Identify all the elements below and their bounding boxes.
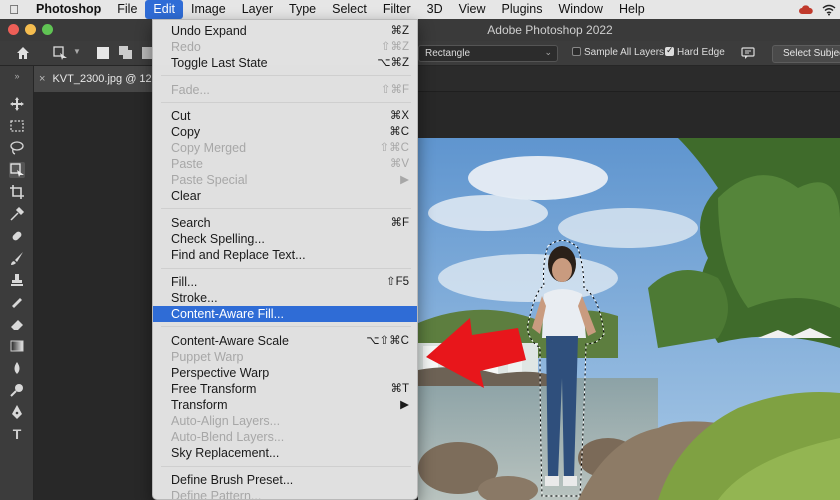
document-tab-label: KVT_2300.jpg @ 12.	[52, 73, 152, 85]
checkbox-icon	[572, 47, 581, 56]
stamp-icon[interactable]	[9, 272, 25, 288]
lasso-icon[interactable]	[9, 140, 25, 156]
close-tab-icon[interactable]: ×	[39, 73, 45, 85]
menu-item-content-aware-scale[interactable]: Content-Aware Scale ⌥⇧⌘C	[153, 333, 417, 349]
menu-item-define-pattern: Define Pattern...	[171, 489, 262, 500]
dodge-icon[interactable]	[9, 382, 25, 398]
chevron-down-icon: ⌄	[544, 47, 552, 57]
menu-item-define-brush-preset[interactable]: Define Brush Preset...	[153, 472, 417, 488]
menu-separator	[161, 102, 411, 103]
menu-item-content-aware-fill[interactable]: Content-Aware Fill...	[153, 306, 417, 322]
menu-item-puppet-warp: Puppet Warp	[171, 350, 244, 364]
menu-item-undo-expand[interactable]: Undo Expand ⌘Z	[153, 23, 417, 39]
menu-select[interactable]: Select	[324, 0, 375, 19]
status-icons	[798, 0, 836, 19]
sample-all-layers-label: Sample All Layers	[584, 47, 665, 58]
collapse-panel-icon[interactable]: »	[9, 68, 25, 84]
checkbox-checked-icon	[665, 45, 674, 56]
marquee-icon[interactable]	[9, 118, 25, 134]
eraser-icon[interactable]	[9, 316, 25, 332]
object-selection-icon[interactable]	[9, 162, 25, 178]
menu-type[interactable]: Type	[281, 0, 324, 19]
menu-item-paste-special: Paste Special ▶	[171, 173, 409, 187]
menu-item-stroke[interactable]: Stroke...	[153, 290, 417, 306]
menu-item-redo: Redo ⇧⌘Z	[171, 40, 409, 54]
menu-item-transform[interactable]: Transform ▶	[153, 397, 417, 413]
chevron-down-icon[interactable]: ▼	[73, 47, 81, 56]
wifi-icon[interactable]	[822, 4, 836, 16]
menu-item-perspective-warp[interactable]: Perspective Warp	[153, 365, 417, 381]
gradient-icon[interactable]	[9, 338, 25, 354]
menu-separator	[161, 208, 411, 209]
edit-menu-dropdown: Undo Expand ⌘Z Redo ⇧⌘Z Toggle Last State ⌥…	[152, 19, 418, 500]
type-tool-icon[interactable]: T	[9, 426, 25, 442]
select-subject-button[interactable]: Select Subjec	[772, 45, 840, 63]
options-bar: ▼ Rectangle ⌄ Sample All Layers Hard Edg…	[0, 41, 840, 66]
brush-icon[interactable]	[9, 250, 25, 266]
menu-3d[interactable]: 3D	[419, 0, 451, 19]
add-selection-icon[interactable]	[119, 46, 133, 60]
feedback-icon[interactable]	[740, 45, 756, 61]
subtract-selection-icon[interactable]	[142, 47, 152, 59]
object-selection-tool-icon[interactable]	[52, 45, 70, 61]
menu-item-fill[interactable]: Fill... ⇧F5	[153, 274, 417, 290]
menu-view[interactable]: View	[451, 0, 494, 19]
menu-item-find-replace[interactable]: Find and Replace Text...	[153, 247, 417, 263]
move-icon[interactable]	[9, 96, 25, 112]
menu-item-toggle-last-state[interactable]: Toggle Last State ⌥⌘Z	[153, 55, 417, 71]
window-title: Adobe Photoshop 2022	[487, 23, 613, 37]
creative-cloud-icon[interactable]	[798, 4, 814, 16]
home-icon[interactable]	[15, 45, 31, 61]
submenu-arrow-icon: ▶	[400, 174, 409, 186]
hard-edge-label: Hard Edge	[677, 47, 725, 58]
menu-separator	[161, 466, 411, 467]
menu-file[interactable]: File	[109, 0, 145, 19]
menu-layer[interactable]: Layer	[234, 0, 281, 19]
menu-item-sky-replacement[interactable]: Sky Replacement...	[153, 445, 417, 461]
menu-item-paste: Paste ⌘V	[171, 157, 409, 171]
tools-panel: » T	[0, 66, 34, 500]
menu-item-auto-blend-layers: Auto-Blend Layers...	[171, 430, 285, 444]
blur-icon[interactable]	[9, 360, 25, 376]
menu-help[interactable]: Help	[611, 0, 653, 19]
healing-brush-icon[interactable]	[9, 228, 25, 244]
menu-item-cut[interactable]: Cut ⌘X	[153, 108, 417, 124]
hard-edge-checkbox[interactable]: Hard Edge	[665, 45, 725, 58]
mac-menu-bar:  Photoshop File Edit Image Layer Type S…	[0, 0, 840, 19]
menu-edit[interactable]: Edit	[145, 0, 183, 19]
pen-icon[interactable]	[9, 404, 25, 420]
menu-separator	[161, 268, 411, 269]
mode-select[interactable]: Rectangle ⌄	[418, 45, 558, 62]
submenu-arrow-icon: ▶	[400, 399, 409, 411]
menu-item-copy[interactable]: Copy ⌘C	[153, 124, 417, 140]
menu-filter[interactable]: Filter	[375, 0, 419, 19]
menu-item-check-spelling[interactable]: Check Spelling...	[153, 231, 417, 247]
menu-item-clear[interactable]: Clear	[153, 188, 417, 204]
menu-item-copy-merged: Copy Merged ⇧⌘C	[171, 141, 409, 155]
photo-canvas[interactable]	[418, 138, 840, 500]
menu-item-auto-align-layers: Auto-Align Layers...	[171, 414, 281, 428]
history-brush-icon[interactable]	[9, 294, 25, 310]
sample-all-layers-checkbox[interactable]: Sample All Layers	[572, 47, 664, 58]
document-tab[interactable]: × KVT_2300.jpg @ 12.	[34, 66, 152, 92]
menu-window[interactable]: Window	[551, 0, 611, 19]
menu-item-search[interactable]: Search ⌘F	[153, 215, 417, 231]
menu-item-free-transform[interactable]: Free Transform ⌘T	[153, 381, 417, 397]
crop-icon[interactable]	[9, 184, 25, 200]
menu-separator	[161, 75, 411, 76]
menu-separator	[161, 326, 411, 327]
menu-photoshop[interactable]: Photoshop	[28, 0, 109, 19]
window-title-bar: Adobe Photoshop 2022	[0, 19, 840, 41]
eyedropper-icon[interactable]	[9, 206, 25, 222]
menu-plugins[interactable]: Plugins	[494, 0, 551, 19]
new-selection-icon[interactable]	[97, 47, 109, 59]
menu-item-fade: Fade... ⇧⌘F	[171, 83, 409, 97]
menu-image[interactable]: Image	[183, 0, 234, 19]
apple-icon[interactable]: 	[0, 2, 28, 17]
mode-select-value: Rectangle	[425, 48, 471, 59]
